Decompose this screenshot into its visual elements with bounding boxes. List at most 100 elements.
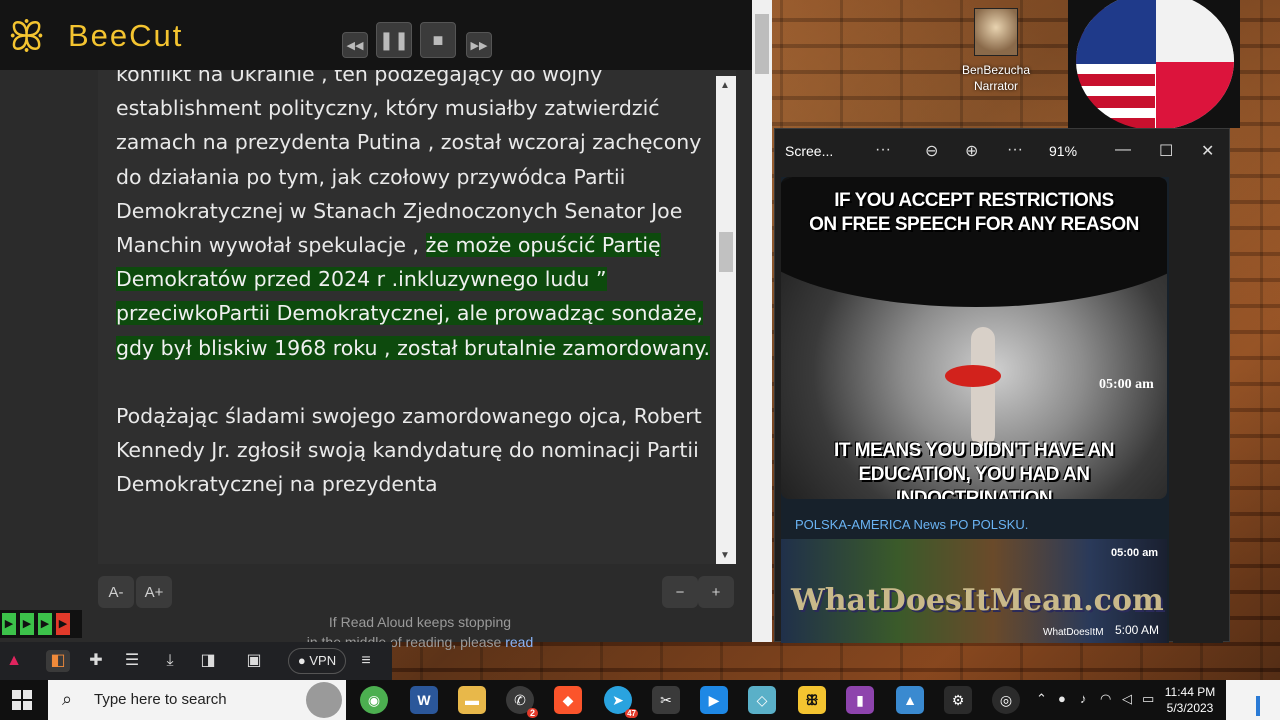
meme-timestamp: 05:00 am xyxy=(1099,377,1154,392)
narrator-role: Narrator xyxy=(973,79,1018,93)
window-title: Scree... xyxy=(785,143,834,159)
meme-top-line-1: IF YOU ACCEPT RESTRICTIONS xyxy=(834,190,1114,211)
sidebar-icon[interactable]: ◨ xyxy=(196,650,220,672)
narrator-name: BenBezucha xyxy=(961,63,1031,77)
scroll-down-icon[interactable]: ▼ xyxy=(720,550,730,561)
stop-icon[interactable]: ■ xyxy=(420,22,456,58)
taskbar-search[interactable]: ⌕ Type here to search xyxy=(48,680,346,720)
channel-name[interactable]: POLSKA-AMERICA News PO POLSKU. xyxy=(795,517,1028,532)
tray-app-icon[interactable]: ● xyxy=(1058,691,1066,706)
speed-increase-button[interactable]: + xyxy=(698,576,734,608)
meme-bottom-line-1: IT MEANS YOU DIDN'T HAVE AN xyxy=(834,440,1114,461)
reader-scroll-thumb[interactable] xyxy=(719,232,733,272)
show-desktop-area[interactable] xyxy=(1226,680,1280,720)
speed-decrease-button[interactable]: − xyxy=(662,576,698,608)
notes-icon[interactable]: ◇ xyxy=(748,686,776,714)
meme-top-caption: IF YOU ACCEPT RESTRICTIONS ON FREE SPEEC… xyxy=(781,189,1167,237)
menu-icon[interactable]: ≡ xyxy=(354,650,378,672)
more-options-icon[interactable]: ··· xyxy=(875,141,891,159)
meme-bottom-caption: IT MEANS YOU DIDN'T HAVE AN EDUCATION, Y… xyxy=(781,439,1167,499)
feed-image[interactable]: 05:00 am WhatDoesItMean.com WhatDoesItM … xyxy=(781,539,1167,643)
reader-paragraph-2: Podążając śladami swojego zamordowanego … xyxy=(116,399,716,502)
word-icon[interactable]: W xyxy=(410,686,438,714)
maximize-icon[interactable]: ☐ xyxy=(1159,141,1173,161)
narrator-avatar xyxy=(974,8,1018,56)
meme-image[interactable]: IF YOU ACCEPT RESTRICTIONS ON FREE SPEEC… xyxy=(781,177,1167,499)
scroll-up-icon[interactable]: ▲ xyxy=(720,80,730,91)
extensions-puzzle-icon[interactable]: ✚ xyxy=(84,650,108,672)
narrator-label: BenBezucha Narrator xyxy=(950,62,1042,94)
clock-date: 5/3/2023 xyxy=(1166,701,1214,715)
zoom-out-icon[interactable]: ⊖ xyxy=(925,141,938,161)
snipping-tool-icon[interactable]: ✂ xyxy=(652,686,680,714)
minimize-icon[interactable]: — xyxy=(1115,141,1131,159)
meme-finger-shape xyxy=(971,327,995,447)
reader-scrollbar[interactable]: ▲ ▼ xyxy=(716,76,736,564)
cortana-icon[interactable]: ◎ xyxy=(992,686,1020,714)
reader-paragraph-1: konflikt na Ukrainie , ten podżegający d… xyxy=(116,70,716,365)
video-editor-icon[interactable]: ▮ xyxy=(846,686,874,714)
media-player-icon[interactable]: ▶ xyxy=(700,686,728,714)
beecut-toolbar: ꕥ BeeCut ◀◀ ❚❚ ■ ▶▶ xyxy=(0,0,752,70)
clock-time: 11:44 PM xyxy=(1164,685,1216,699)
download-icon[interactable]: ⤓ xyxy=(158,650,182,672)
image-time-top: 05:00 am xyxy=(1111,547,1159,559)
tray-chevron-icon[interactable]: ⌃ xyxy=(1036,691,1047,707)
settings-gear-icon[interactable]: ⚙ xyxy=(944,686,972,714)
koala-search-highlight-icon xyxy=(306,682,342,718)
reader-text: konflikt na Ukrainie , ten podżegający d… xyxy=(116,70,716,535)
wallet-icon[interactable]: ▣ xyxy=(242,650,266,672)
zoom-level: 91% xyxy=(1049,143,1078,159)
browser-scroll-thumb[interactable] xyxy=(755,14,769,74)
font-increase-button[interactable]: A+ xyxy=(136,576,172,608)
whatsapp-icon[interactable]: ✆ 2 xyxy=(506,686,538,718)
read-aloud-extension-icon[interactable]: ◧ xyxy=(46,650,70,672)
us-canton xyxy=(1076,0,1156,64)
green-marker-icon: ▶ xyxy=(38,613,52,635)
brave-browser-icon[interactable]: ◆ xyxy=(554,686,582,714)
beecut-taskbar-icon[interactable]: ꕥ xyxy=(798,686,826,714)
image-brand: WhatDoesItMean.com xyxy=(791,583,1164,618)
notification-indicator xyxy=(1256,696,1260,716)
reader-plain-text: Podążając śladami swojego zamordowanego … xyxy=(116,403,702,497)
screen-window: Scree... ··· ⊖ ⊕ ··· 91% — ☐ ✕ IF YOU AC… xyxy=(774,128,1230,643)
browser-scrollbar[interactable] xyxy=(752,0,772,642)
wifi-icon[interactable]: ◠ xyxy=(1100,691,1111,707)
whatsapp-badge: 2 xyxy=(526,708,538,718)
reader-plain-text: konflikt na Ukrainie , ten podżegający d… xyxy=(116,70,702,258)
microphone-icon[interactable]: ♪ xyxy=(1080,691,1087,706)
file-explorer-icon[interactable]: ▬ xyxy=(458,686,486,714)
note-line-1: If Read Aloud keeps stopping xyxy=(328,614,512,630)
font-decrease-button[interactable]: A- xyxy=(98,576,134,608)
read-aloud-panel: konflikt na Ukrainie , ten podżegający d… xyxy=(0,70,752,650)
windows-start-icon[interactable] xyxy=(12,690,32,710)
note-read-link[interactable]: read xyxy=(505,634,533,650)
battery-icon[interactable]: ▭ xyxy=(1142,691,1154,707)
poland-white-band xyxy=(1156,0,1234,62)
photos-icon[interactable]: ▲ xyxy=(896,686,924,714)
vpn-button[interactable]: ● VPN xyxy=(288,648,346,674)
pause-icon[interactable]: ❚❚ xyxy=(376,22,412,58)
meme-lips-shape xyxy=(945,365,1001,387)
beecut-app-name: BeeCut xyxy=(68,18,184,53)
zoom-in-icon[interactable]: ⊕ xyxy=(965,141,978,161)
telegram-badge: 47 xyxy=(625,709,638,718)
more-menu-icon[interactable]: ··· xyxy=(1007,141,1023,159)
playlist-icon[interactable]: ☰ xyxy=(120,650,144,672)
marker-strip: ▶ ▶ ▶ ▶ xyxy=(0,610,82,638)
meme-top-line-2: ON FREE SPEECH FOR ANY REASON xyxy=(809,214,1139,235)
telegram-icon[interactable]: ➤ 47 xyxy=(604,686,638,718)
close-icon[interactable]: ✕ xyxy=(1201,141,1214,161)
triangle-extension-icon[interactable]: ▲ xyxy=(2,650,26,672)
rewind-icon[interactable]: ◀◀ xyxy=(342,32,368,58)
image-time-bottom: 5:00 AM xyxy=(1115,623,1160,637)
fast-forward-icon[interactable]: ▶▶ xyxy=(466,32,492,58)
taskbar-clock[interactable]: 11:44 PM 5/3/2023 xyxy=(1158,684,1222,716)
flag-circle xyxy=(1076,0,1234,130)
green-marker-icon: ▶ xyxy=(2,613,16,635)
meme-bottom-line-2: EDUCATION, YOU HAD AN INDOCTRINATION xyxy=(858,464,1090,499)
android-app-icon[interactable]: ◉ xyxy=(360,686,388,714)
vpn-label: VPN xyxy=(309,653,337,668)
speaker-icon[interactable]: ◁ xyxy=(1122,691,1132,707)
telegram-feed[interactable]: IF YOU ACCEPT RESTRICTIONS ON FREE SPEEC… xyxy=(781,177,1169,643)
